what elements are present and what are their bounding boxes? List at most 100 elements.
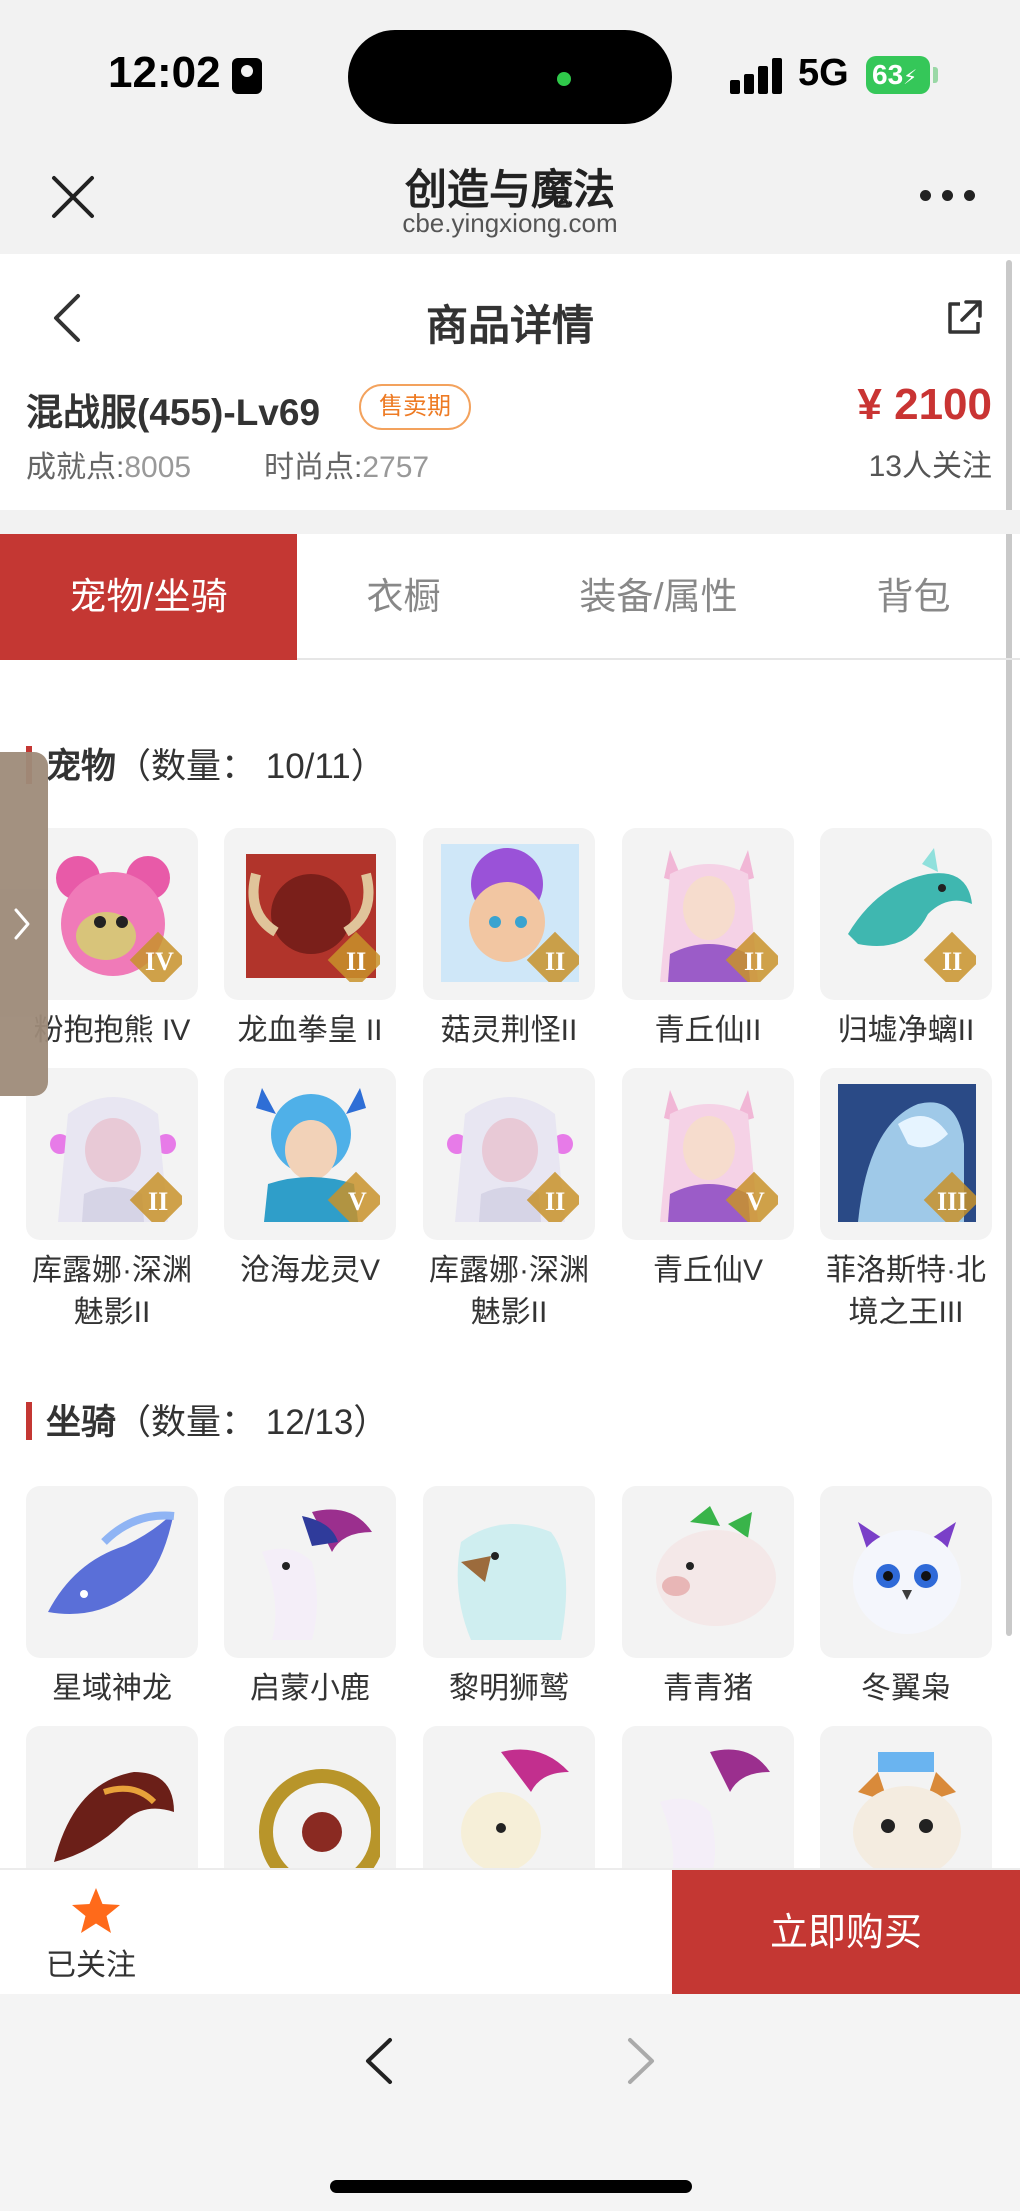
- pet-thumbnail: V: [622, 1068, 794, 1240]
- pet-item[interactable]: II 库露娜·深渊魅影II: [423, 1068, 595, 1334]
- home-indicator[interactable]: [330, 2180, 692, 2193]
- buy-now-button[interactable]: 立即购买: [672, 1870, 1020, 1996]
- mount-thumbnail: [622, 1486, 794, 1658]
- pet-art: III: [838, 1084, 976, 1222]
- tab-pets-mounts[interactable]: 宠物/坐骑: [0, 534, 297, 660]
- tab-wardrobe[interactable]: 衣橱: [297, 534, 510, 660]
- mount-name: 青青猪: [663, 1672, 753, 1705]
- svg-text:II: II: [346, 947, 366, 976]
- mount-item[interactable]: 启蒙小鹿: [224, 1486, 396, 1710]
- mount-item[interactable]: [224, 1726, 396, 1868]
- pet-name: 青丘仙II: [654, 1014, 762, 1047]
- mount-art: [656, 1506, 776, 1626]
- camera-indicator-icon: [557, 72, 571, 86]
- side-drawer-handle[interactable]: [0, 752, 48, 1096]
- more-icon[interactable]: [920, 190, 976, 206]
- pet-item[interactable]: II 青丘仙II: [622, 828, 794, 1052]
- mount-item[interactable]: 星域神龙: [26, 1486, 198, 1710]
- pet-art: V: [660, 1090, 778, 1222]
- mount-thumbnail: [26, 1486, 198, 1658]
- pet-art: IV: [56, 856, 182, 982]
- mount-name: 启蒙小鹿: [250, 1672, 370, 1705]
- mount-thumbnail: [622, 1726, 794, 1868]
- pet-item[interactable]: II 龙血拳皇 II: [224, 828, 396, 1052]
- follower-count: 13人关注: [868, 450, 992, 483]
- pet-art: II: [660, 850, 778, 982]
- mounts-section-title: 坐骑（数量： 12/13）: [26, 1394, 388, 1445]
- svg-text:V: V: [746, 1187, 765, 1216]
- mount-name: 黎明狮鹫: [449, 1672, 569, 1705]
- pet-item[interactable]: II 库露娜·深渊魅影II: [26, 1068, 198, 1334]
- svg-text:III: III: [937, 1187, 967, 1216]
- mount-thumbnail: [224, 1486, 396, 1658]
- browser-url: cbe.yingxiong.com: [402, 208, 618, 238]
- pet-item[interactable]: II 归墟净螭II: [820, 828, 992, 1052]
- mount-item[interactable]: 青青猪: [622, 1486, 794, 1710]
- scrollbar[interactable]: [1006, 260, 1012, 1636]
- pets-title: 宠物: [46, 747, 117, 786]
- pet-thumbnail: II: [26, 1068, 198, 1240]
- network-type: 5G: [798, 52, 849, 94]
- pet-thumbnail: IV: [26, 828, 198, 1000]
- tab-bar: 宠物/坐骑 衣橱 装备/属性 背包: [0, 534, 1020, 660]
- pet-item[interactable]: III 菲洛斯特·北境之王III: [820, 1068, 992, 1334]
- pet-thumbnail: V: [224, 1068, 396, 1240]
- mount-art: [461, 1749, 569, 1868]
- tab-equipment[interactable]: 装备/属性: [510, 534, 807, 660]
- svg-text:II: II: [545, 947, 565, 976]
- mount-item[interactable]: 冬翼枭: [820, 1486, 992, 1710]
- tab-backpack[interactable]: 背包: [807, 534, 1020, 660]
- svg-text:V: V: [348, 1187, 367, 1216]
- pet-thumbnail: II: [622, 828, 794, 1000]
- mount-item[interactable]: [26, 1726, 198, 1868]
- pet-item[interactable]: IV 粉抱抱熊 IV: [26, 828, 198, 1052]
- pet-name: 库露娜·深渊魅影II: [32, 1254, 192, 1329]
- pet-item[interactable]: II 菇灵荆怪II: [423, 828, 595, 1052]
- pet-item[interactable]: V 沧海龙灵V: [224, 1068, 396, 1292]
- pet-name: 青丘仙V: [652, 1254, 763, 1287]
- dynamic-island: [348, 30, 672, 124]
- pets-count: （数量： 10/11）: [116, 747, 386, 786]
- mount-art: [660, 1749, 770, 1868]
- mount-art: [54, 1772, 174, 1862]
- pet-thumbnail: II: [224, 828, 396, 1000]
- star-icon[interactable]: [70, 1886, 122, 1936]
- mount-item[interactable]: [423, 1726, 595, 1868]
- page-nav: 商品详情: [0, 254, 1020, 380]
- svg-text:II: II: [545, 1187, 565, 1216]
- mount-item[interactable]: [820, 1726, 992, 1868]
- mount-thumbnail: [224, 1726, 396, 1868]
- follow-label[interactable]: 已关注: [46, 1940, 136, 1984]
- browser-toolbar: [0, 1994, 1020, 2211]
- browser-back-icon[interactable]: [362, 2036, 396, 2086]
- browser-forward-icon[interactable]: [624, 2036, 658, 2086]
- svg-text:IV: IV: [145, 947, 174, 976]
- pet-art: II: [848, 848, 976, 982]
- browser-bar: 创造与魔法 cbe.yingxiong.com: [0, 150, 1020, 254]
- mount-thumbnail: [26, 1726, 198, 1868]
- page-title: 商品详情: [425, 302, 594, 349]
- pet-item[interactable]: V 青丘仙V: [622, 1068, 794, 1292]
- share-icon[interactable]: [944, 298, 984, 338]
- mounts-count: （数量： 12/13）: [116, 1403, 389, 1442]
- mount-item[interactable]: 黎明狮鹫: [423, 1486, 595, 1710]
- pets-section-title: 宠物（数量： 10/11）: [26, 738, 386, 789]
- pet-art: V: [256, 1088, 380, 1222]
- pet-name: 龙血拳皇 II: [237, 1014, 383, 1047]
- achievement-points: 成就点:8005: [26, 442, 191, 486]
- battery-icon: 63⚡: [866, 56, 930, 94]
- pet-art: II: [246, 854, 380, 982]
- person-icon: [232, 58, 262, 94]
- svg-text:II: II: [942, 947, 962, 976]
- pet-name: 归墟净螭II: [837, 1014, 975, 1047]
- battery-cap: [933, 67, 938, 83]
- product-price: ¥ 2100: [857, 380, 992, 429]
- mount-name: 冬翼枭: [861, 1672, 951, 1705]
- achievement-value: 8005: [124, 451, 192, 484]
- divider: [0, 510, 1020, 534]
- mount-name: 星域神龙: [52, 1672, 172, 1705]
- status-badge: 售卖期: [359, 384, 471, 430]
- mount-item[interactable]: [622, 1726, 794, 1868]
- pet-thumbnail: II: [820, 828, 992, 1000]
- signal-icon: [730, 58, 784, 94]
